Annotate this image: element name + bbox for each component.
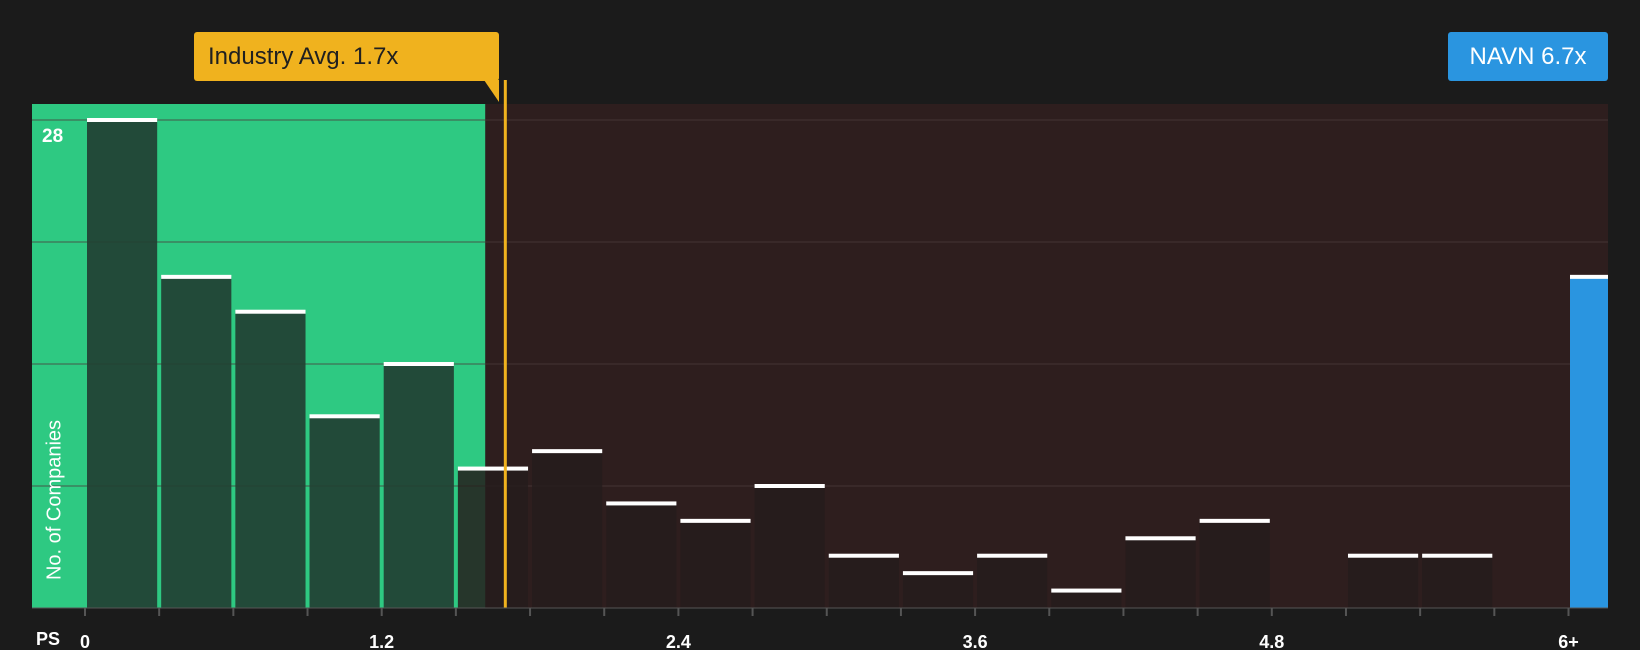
histogram-bar-cap-10	[828, 553, 899, 558]
histogram-bar-9	[754, 486, 825, 608]
x-tick-label-5: 6+	[1558, 632, 1579, 650]
chart-canvas: 0 1.2 2.4 3.6 4.8 6+	[32, 80, 1609, 650]
histogram-bar-cap-7	[606, 501, 677, 506]
histogram-bar-0	[87, 120, 158, 608]
histogram-bar-7	[606, 503, 677, 608]
histogram-bar-cap-9	[754, 484, 825, 488]
histogram-bar-cap-8	[680, 518, 751, 523]
histogram-bar-cap-11	[902, 571, 974, 576]
histogram-bar-5	[457, 468, 529, 608]
histogram-bar-cap-14	[1125, 536, 1196, 541]
company-ps-badge: NAVN 6.7x	[1448, 32, 1608, 81]
histogram-bar-cap-5	[457, 466, 529, 471]
histogram-bar-10	[828, 555, 899, 608]
ps-distribution-chart: 0 1.2 2.4 3.6 4.8 6+ Industry Avg. 1.7x NAVN …	[0, 0, 1640, 650]
x-tick-label-0: 0	[80, 632, 90, 650]
industry-average-badge-pointer	[484, 80, 499, 102]
company-bar-cap	[1570, 274, 1608, 279]
company-ps-label: NAVN 6.7x	[1469, 42, 1587, 70]
histogram-bar-11	[902, 573, 974, 608]
histogram-bar-cap-6	[532, 449, 603, 454]
histogram-bar-3	[309, 416, 380, 608]
histogram-bar-cap-1	[161, 274, 232, 279]
histogram-bar-13	[1051, 590, 1122, 608]
histogram-bar-cap-12	[977, 553, 1048, 558]
histogram-bar-cap-15	[1199, 518, 1270, 523]
x-tick-label-1: 1.2	[369, 632, 394, 650]
histogram-bar-14	[1125, 538, 1196, 608]
histogram-bar-15	[1199, 520, 1270, 608]
histogram-bar-cap-3	[309, 414, 380, 419]
histogram-bar-2	[235, 311, 306, 608]
histogram-bar-cap-13	[1051, 588, 1122, 593]
histogram-bar-18	[1422, 555, 1493, 608]
y-max-label: 28	[42, 126, 64, 147]
x-axis-label: PS	[36, 629, 61, 649]
histogram-bar-cap-4	[383, 362, 454, 366]
histogram-bar-cap-18	[1422, 553, 1493, 558]
histogram-bar-12	[977, 555, 1048, 608]
industry-average-badge: Industry Avg. 1.7x	[194, 32, 499, 81]
x-tick-label-4: 4.8	[1259, 632, 1284, 650]
y-axis-label: No. of Companies	[43, 419, 66, 581]
company-bar	[1570, 276, 1608, 608]
x-tick-label-2: 2.4	[666, 632, 691, 650]
x-tick-label-3: 3.6	[963, 632, 988, 650]
histogram-bar-6	[532, 451, 603, 608]
histogram-bar-cap-2	[235, 309, 306, 314]
histogram-bar-17	[1347, 555, 1419, 608]
histogram-bar-1	[161, 276, 232, 608]
histogram-bar-4	[383, 364, 454, 608]
histogram-bar-8	[680, 520, 751, 608]
histogram-bar-cap-0	[87, 118, 158, 122]
industry-average-label: Industry Avg. 1.7x	[208, 42, 399, 70]
histogram-bar-cap-17	[1347, 553, 1419, 558]
